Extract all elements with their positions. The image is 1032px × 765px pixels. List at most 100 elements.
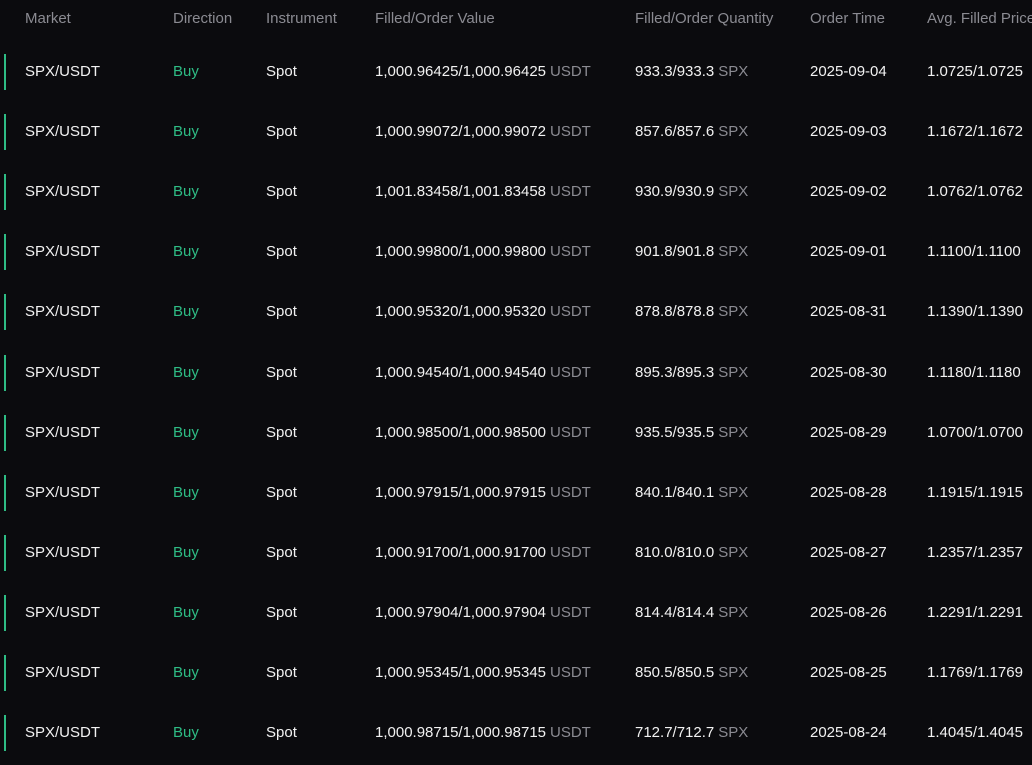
table-row[interactable]: SPX/USDT Buy Spot 1,000.98715/1,000.98715 US… xyxy=(0,703,1032,763)
cell-market: SPX/USDT xyxy=(25,183,101,201)
cell-instrument: Spot xyxy=(266,183,297,201)
cell-filled-order-value: 1,000.94540/1,000.94540 USDT xyxy=(375,363,591,383)
cell-instrument: Spot xyxy=(266,243,297,261)
cell-order-time: 2025-08-30 xyxy=(810,363,887,381)
table-row[interactable]: SPX/USDT Buy Spot 1,000.99800/1,000.99800 US… xyxy=(0,222,1032,282)
row-buy-indicator xyxy=(4,294,6,331)
cell-filled-order-quantity: 814.4/814.4 SPX xyxy=(635,603,748,623)
row-buy-indicator xyxy=(4,54,6,90)
quantity-amount: 840.1/840.1 xyxy=(635,483,715,501)
cell-filled-order-quantity: 935.5/935.5 SPX xyxy=(635,423,748,443)
cell-instrument: Spot xyxy=(266,483,297,501)
cell-avg-filled-price: 1.1390/1.1390 xyxy=(927,303,1023,321)
cell-market: SPX/USDT xyxy=(25,63,101,80)
table-header: Market Direction Instrument Filled/Order… xyxy=(0,0,1032,40)
column-header-value[interactable]: Filled/Order Value xyxy=(375,10,495,27)
cell-market: SPX/USDT xyxy=(25,363,101,381)
column-header-quantity[interactable]: Filled/Order Quantity xyxy=(635,10,773,27)
row-buy-indicator xyxy=(4,715,6,752)
cell-avg-filled-price: 1.0700/1.0700 xyxy=(927,423,1023,441)
cell-filled-order-quantity: 810.0/810.0 SPX xyxy=(635,543,748,563)
row-buy-indicator xyxy=(4,234,6,271)
cell-avg-filled-price: 1.2291/1.2291 xyxy=(927,603,1023,621)
quantity-unit: SPX xyxy=(718,303,749,321)
cell-direction: Buy xyxy=(173,123,199,141)
row-buy-indicator xyxy=(4,594,6,631)
column-header-instrument[interactable]: Instrument xyxy=(266,10,337,27)
value-amount: 1,000.96425/1,000.96425 xyxy=(375,63,546,80)
quantity-unit: SPX xyxy=(718,363,749,381)
cell-market: SPX/USDT xyxy=(25,423,101,441)
value-unit: USDT xyxy=(550,183,591,201)
value-unit: USDT xyxy=(550,724,591,742)
cell-market: SPX/USDT xyxy=(25,483,101,501)
cell-filled-order-quantity: 930.9/930.9 SPX xyxy=(635,182,748,202)
cell-avg-filled-price: 1.1672/1.1672 xyxy=(927,123,1023,141)
quantity-unit: SPX xyxy=(718,603,749,621)
cell-order-time: 2025-09-01 xyxy=(810,243,887,261)
cell-order-time: 2025-08-24 xyxy=(810,724,887,742)
value-unit: USDT xyxy=(550,603,591,621)
row-buy-indicator xyxy=(4,354,6,391)
value-unit: USDT xyxy=(550,363,591,381)
value-unit: USDT xyxy=(550,543,591,561)
value-amount: 1,000.99800/1,000.99800 xyxy=(375,243,546,261)
value-unit: USDT xyxy=(550,303,591,321)
table-row[interactable]: SPX/USDT Buy Spot 1,000.95345/1,000.95345 US… xyxy=(0,643,1032,703)
row-buy-indicator xyxy=(4,534,6,571)
cell-direction: Buy xyxy=(173,63,199,80)
cell-market: SPX/USDT xyxy=(25,243,101,261)
quantity-unit: SPX xyxy=(718,243,749,261)
cell-instrument: Spot xyxy=(266,543,297,561)
cell-filled-order-value: 1,000.99072/1,000.99072 USDT xyxy=(375,122,591,142)
cell-direction: Buy xyxy=(173,543,199,561)
value-amount: 1,001.83458/1,001.83458 xyxy=(375,183,546,201)
row-buy-indicator xyxy=(4,414,6,451)
cell-order-time: 2025-08-27 xyxy=(810,543,887,561)
cell-direction: Buy xyxy=(173,243,199,261)
cell-avg-filled-price: 1.2357/1.2357 xyxy=(927,543,1023,561)
quantity-amount: 935.5/935.5 xyxy=(635,423,715,441)
table-row[interactable]: SPX/USDT Buy Spot 1,000.98500/1,000.98500 US… xyxy=(0,403,1032,463)
value-amount: 1,000.91700/1,000.91700 xyxy=(375,543,546,561)
cell-market: SPX/USDT xyxy=(25,303,101,321)
row-buy-indicator xyxy=(4,474,6,511)
table-row[interactable]: SPX/USDT Buy Spot 1,000.91700/1,000.91700 US… xyxy=(0,523,1032,583)
cell-filled-order-quantity: 933.3/933.3 SPX xyxy=(635,62,748,82)
table-row[interactable]: SPX/USDT Buy Spot 1,000.96425/1,000.96425 US… xyxy=(0,42,1032,102)
column-header-market[interactable]: Market xyxy=(25,10,71,27)
cell-direction: Buy xyxy=(173,363,199,381)
cell-order-time: 2025-09-02 xyxy=(810,183,887,201)
quantity-amount: 878.8/878.8 xyxy=(635,303,715,321)
cell-order-time: 2025-08-26 xyxy=(810,603,887,621)
cell-avg-filled-price: 1.1180/1.1180 xyxy=(927,363,1021,381)
quantity-amount: 810.0/810.0 xyxy=(635,543,715,561)
cell-avg-filled-price: 1.1769/1.1769 xyxy=(927,664,1023,681)
cell-filled-order-value: 1,000.95345/1,000.95345 USDT xyxy=(375,663,591,683)
cell-filled-order-value: 1,000.97904/1,000.97904 USDT xyxy=(375,603,591,623)
table-row[interactable]: SPX/USDT Buy Spot 1,000.95320/1,000.95320 US… xyxy=(0,282,1032,342)
value-amount: 1,000.94540/1,000.94540 xyxy=(375,363,546,381)
column-header-direction[interactable]: Direction xyxy=(173,10,232,27)
cell-instrument: Spot xyxy=(266,303,297,321)
cell-instrument: Spot xyxy=(266,724,297,742)
quantity-unit: SPX xyxy=(718,724,749,742)
cell-order-time: 2025-08-25 xyxy=(810,664,887,681)
cell-filled-order-value: 1,000.96425/1,000.96425 USDT xyxy=(375,62,591,82)
quantity-amount: 712.7/712.7 xyxy=(635,724,715,742)
cell-avg-filled-price: 1.0762/1.0762 xyxy=(927,183,1023,201)
value-unit: USDT xyxy=(550,423,591,441)
cell-order-time: 2025-09-04 xyxy=(810,63,887,80)
row-buy-indicator xyxy=(4,655,6,691)
table-row[interactable]: SPX/USDT Buy Spot 1,000.97915/1,000.97915 US… xyxy=(0,463,1032,523)
table-row[interactable]: SPX/USDT Buy Spot 1,000.99072/1,000.99072 US… xyxy=(0,102,1032,162)
column-header-avg-price[interactable]: Avg. Filled Price xyxy=(927,10,1032,27)
value-unit: USDT xyxy=(550,63,591,80)
table-row[interactable]: SPX/USDT Buy Spot 1,000.97904/1,000.97904 US… xyxy=(0,583,1032,643)
cell-order-time: 2025-08-29 xyxy=(810,423,887,441)
cell-filled-order-quantity: 895.3/895.3 SPX xyxy=(635,363,748,383)
column-header-order-time[interactable]: Order Time xyxy=(810,10,885,27)
table-row[interactable]: SPX/USDT Buy Spot 1,001.83458/1,001.83458 US… xyxy=(0,162,1032,222)
table-row[interactable]: SPX/USDT Buy Spot 1,000.94540/1,000.94540 US… xyxy=(0,343,1032,403)
cell-filled-order-value: 1,000.95320/1,000.95320 USDT xyxy=(375,302,591,322)
